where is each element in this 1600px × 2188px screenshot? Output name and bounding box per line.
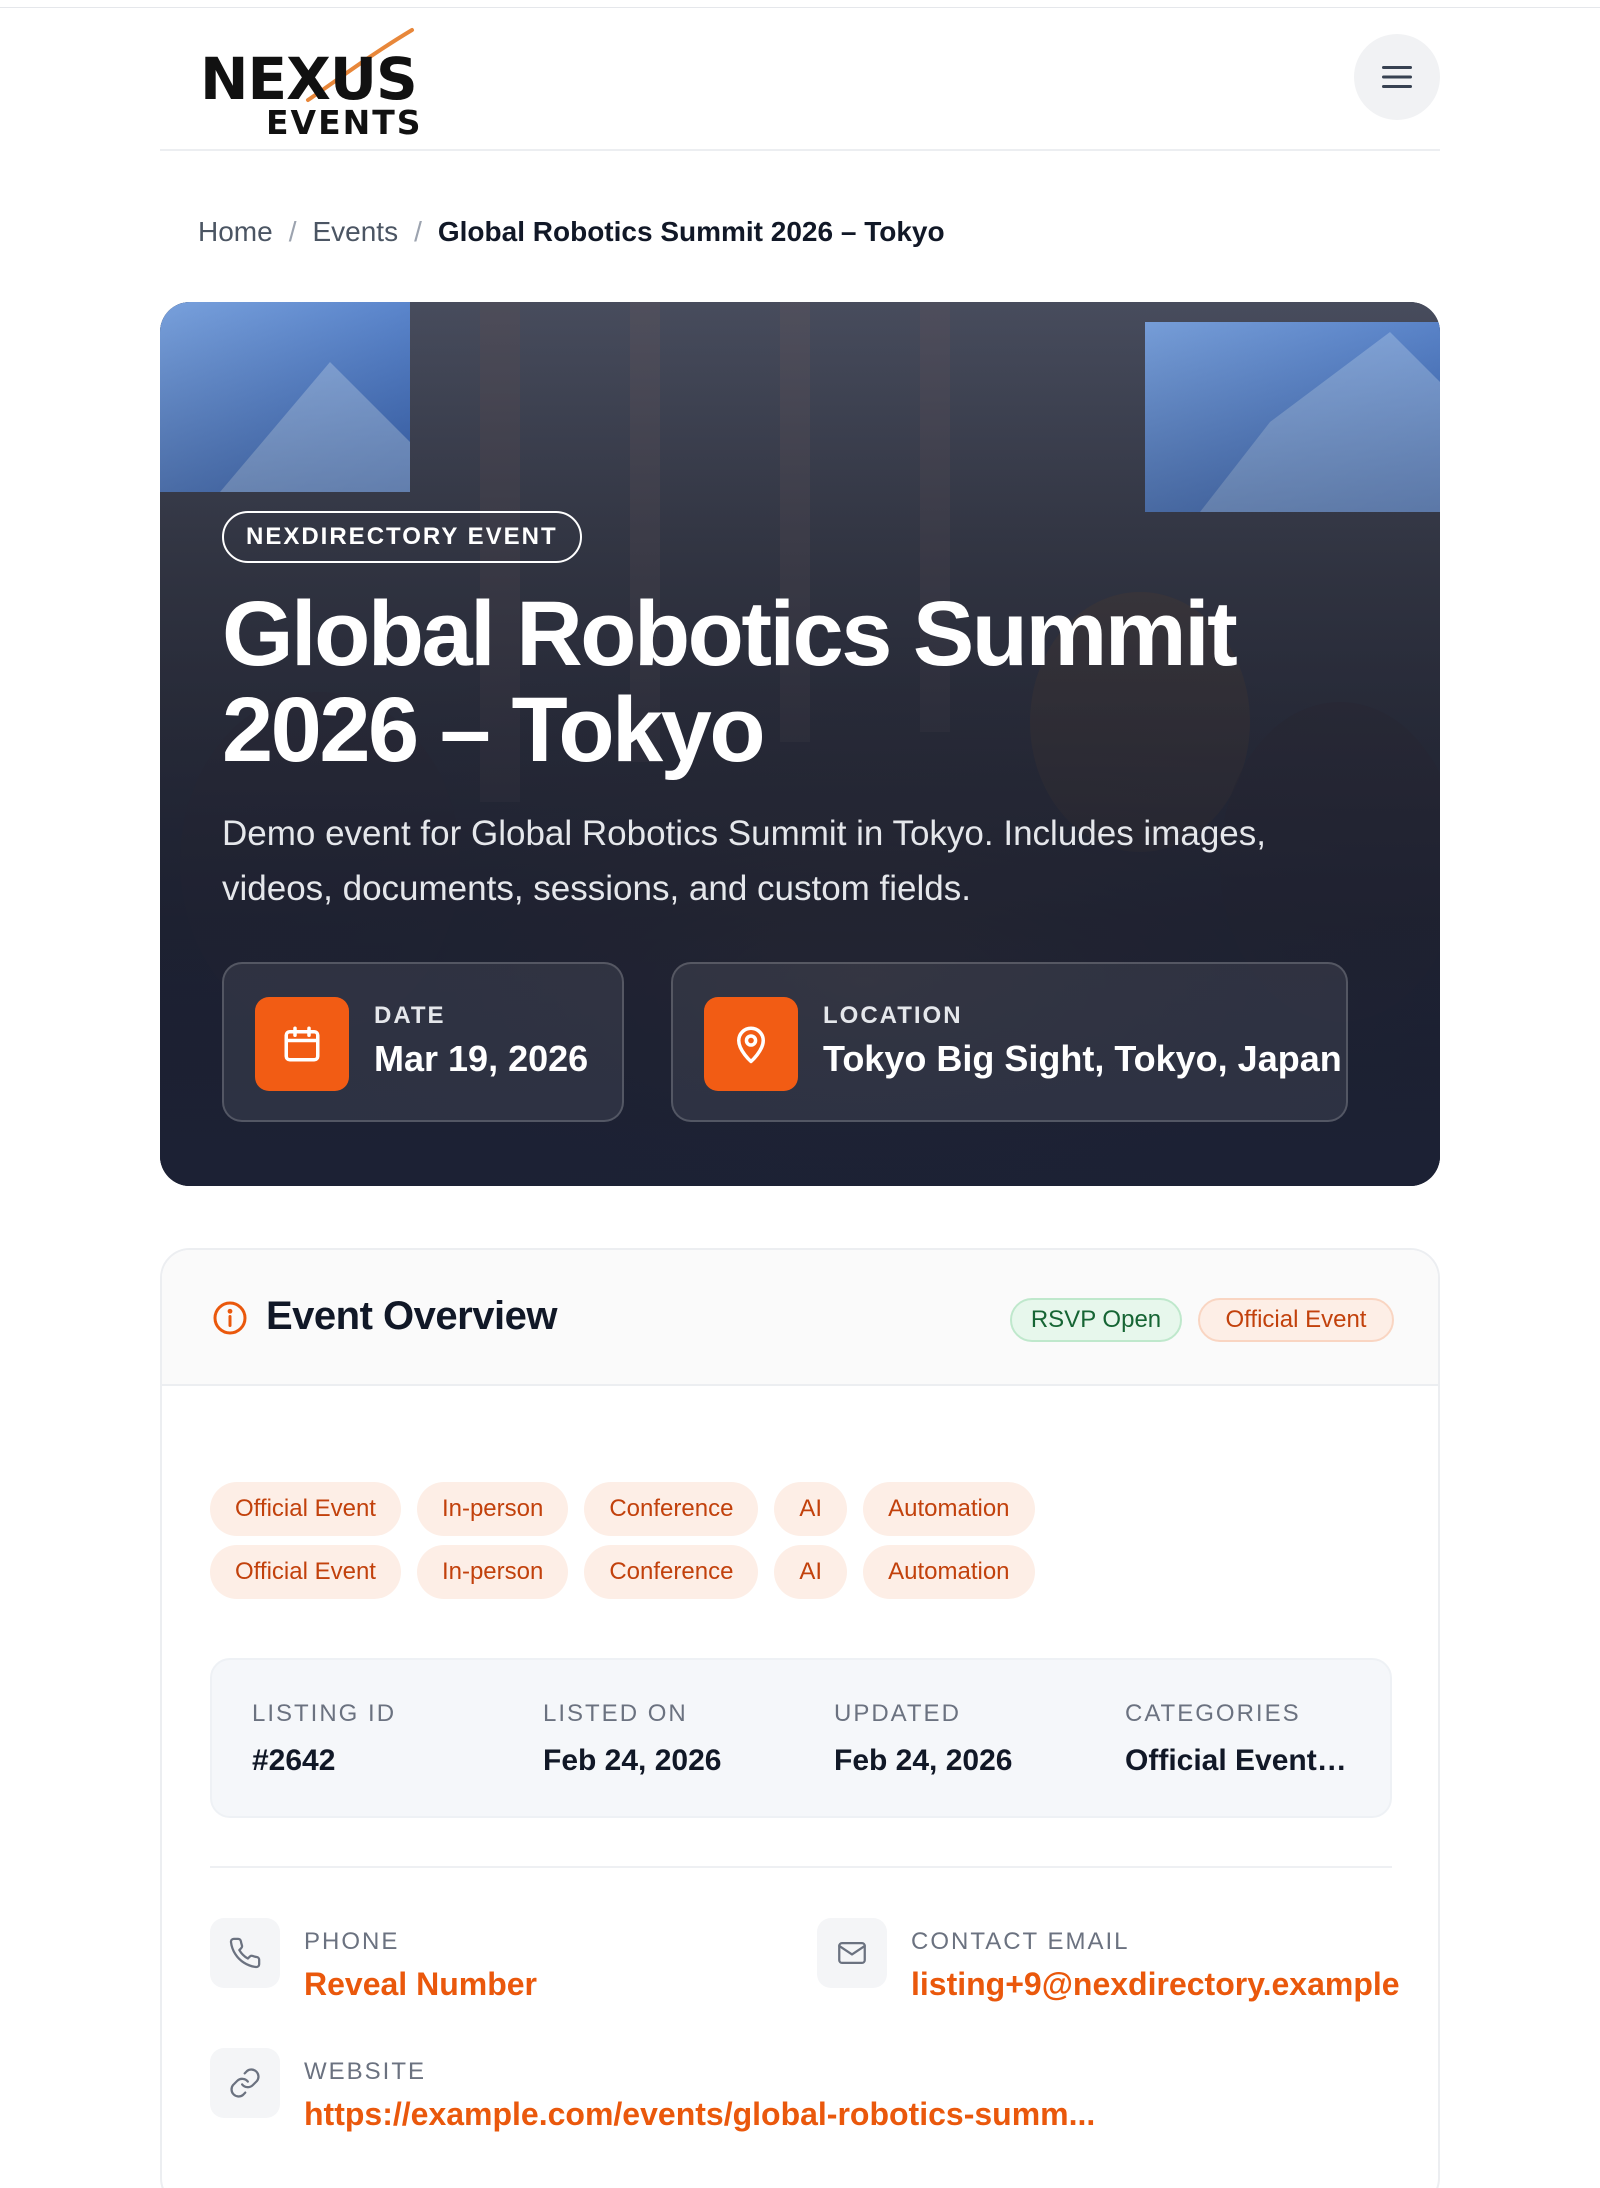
categories: CATEGORIES Official Event, I... — [1125, 1700, 1355, 1778]
listing-meta-panel: LISTING ID #2642 LISTED ON Feb 24, 2026 … — [210, 1658, 1392, 1818]
reveal-number-link[interactable]: Reveal Number — [304, 1966, 537, 2003]
logo-wordmark: NEXUS — [200, 45, 418, 113]
event-title: Global Robotics Summit 2026 – Tokyo — [222, 583, 1238, 781]
event-description: Demo event for Global Robotics Summit in… — [222, 814, 1266, 908]
official-event-badge: Official Event — [1198, 1298, 1394, 1342]
email-label: CONTACT EMAIL — [911, 1928, 1130, 1955]
tag-chip[interactable]: Automation — [863, 1482, 1035, 1536]
tag-list: Official Event In-person Conference AI A… — [210, 1545, 1035, 1599]
event-overview-card: Event Overview RSVP Open Official Event … — [160, 1248, 1440, 2188]
breadcrumb-home[interactable]: Home — [198, 216, 273, 248]
logo-subtitle: EVENTS — [266, 103, 423, 142]
meta-label: UPDATED — [834, 1700, 961, 1727]
website-label: WEBSITE — [304, 2058, 427, 2085]
email-link[interactable]: listing+9@nexdirectory.example — [911, 1966, 1400, 2003]
breadcrumb-separator: / — [288, 216, 297, 247]
meta-value: Official Event, I... — [1125, 1744, 1355, 1777]
tag-chip[interactable]: In-person — [416, 1482, 569, 1536]
breadcrumb-separator: / — [414, 216, 422, 247]
listing-id: LISTING ID #2642 — [252, 1700, 512, 1778]
site-logo[interactable]: NEXUS EVENTS — [200, 26, 450, 141]
event-hero: NEXDIRECTORY EVENT Global Robotics Summi… — [160, 302, 1440, 1186]
listed-on: LISTED ON Feb 24, 2026 — [543, 1700, 803, 1778]
tag-chip[interactable]: AI — [774, 1545, 848, 1599]
tag-chip[interactable]: Official Event — [210, 1482, 401, 1536]
site-header: NEXUS EVENTS — [160, 8, 1440, 151]
tag-chip[interactable]: Conference — [584, 1545, 759, 1599]
overview-title: Event Overview — [266, 1294, 557, 1338]
link-icon — [210, 2048, 280, 2118]
tag-list: Official Event In-person Conference AI A… — [210, 1482, 1035, 1536]
meta-label: CATEGORIES — [1125, 1700, 1301, 1727]
hamburger-menu-icon — [1382, 66, 1412, 88]
date-value: Mar 19, 2026 — [374, 1038, 589, 1079]
meta-value: #2642 — [252, 1744, 336, 1777]
overview-header: Event Overview RSVP Open Official Event — [162, 1250, 1438, 1386]
meta-value: Feb 24, 2026 — [543, 1744, 722, 1777]
breadcrumb: Home / Events / Global Robotics Summit 2… — [198, 216, 945, 248]
phone-label: PHONE — [304, 1928, 400, 1955]
breadcrumb-events[interactable]: Events — [312, 216, 398, 248]
phone-icon — [210, 1918, 280, 1988]
website-link[interactable]: https://example.com/events/global-roboti… — [304, 2096, 1095, 2133]
location-value: Tokyo Big Sight, Tokyo, Japan — [823, 1038, 1342, 1079]
map-pin-icon — [704, 997, 798, 1091]
section-divider — [210, 1866, 1392, 1868]
info-icon — [213, 1301, 247, 1335]
tag-chip[interactable]: Automation — [863, 1545, 1035, 1599]
meta-label: LISTED ON — [543, 1700, 688, 1727]
location-label: LOCATION — [823, 1002, 963, 1029]
location-card: LOCATION Tokyo Big Sight, Tokyo, Japan — [671, 962, 1348, 1122]
event-type-badge: NEXDIRECTORY EVENT — [222, 511, 582, 563]
calendar-icon — [255, 997, 349, 1091]
date-card: DATE Mar 19, 2026 — [222, 962, 624, 1122]
date-label: DATE — [374, 1002, 446, 1029]
mail-icon — [817, 1918, 887, 1988]
tag-chip[interactable]: In-person — [416, 1545, 569, 1599]
meta-label: LISTING ID — [252, 1700, 397, 1727]
updated: UPDATED Feb 24, 2026 — [834, 1700, 1094, 1778]
breadcrumb-current: Global Robotics Summit 2026 – Tokyo — [437, 216, 945, 247]
tag-chip[interactable]: AI — [774, 1482, 848, 1536]
rsvp-status-badge: RSVP Open — [1010, 1298, 1182, 1342]
tag-chip[interactable]: Conference — [584, 1482, 759, 1536]
menu-button[interactable] — [1354, 34, 1440, 120]
top-border — [0, 0, 1600, 8]
tag-chip[interactable]: Official Event — [210, 1545, 401, 1599]
meta-value: Feb 24, 2026 — [834, 1744, 1013, 1777]
